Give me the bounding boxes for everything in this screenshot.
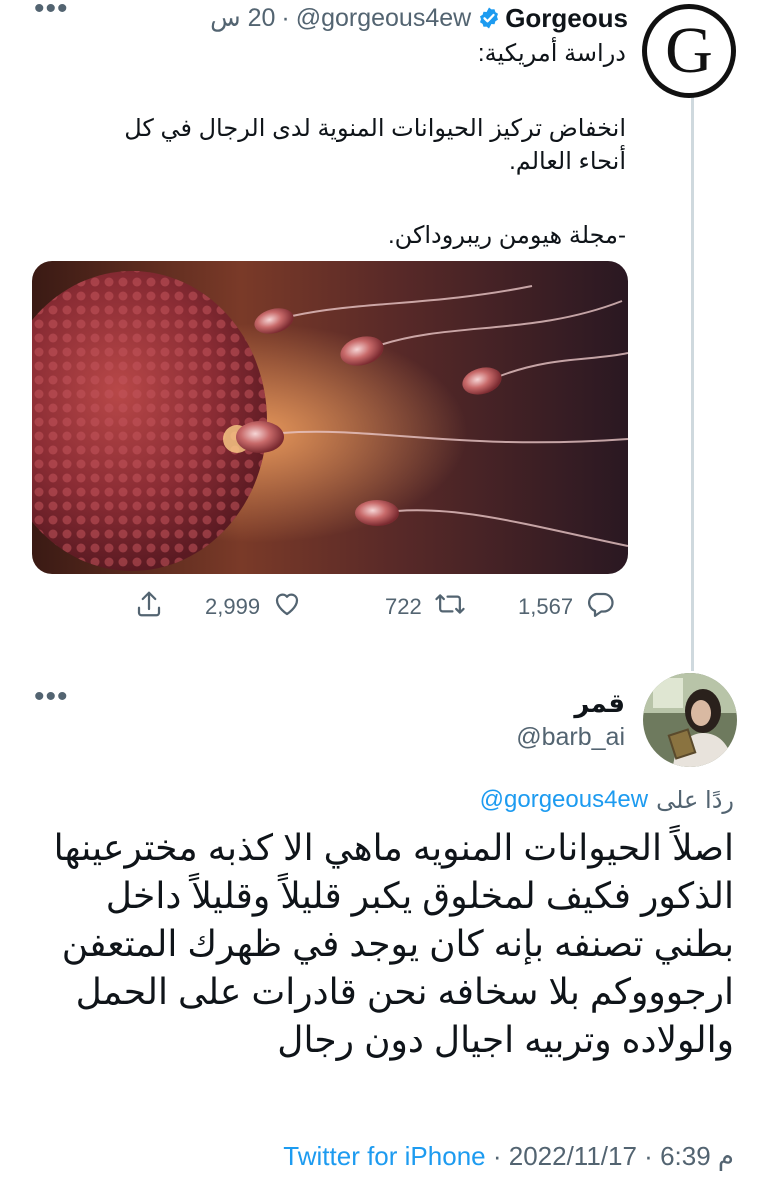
reply-author-handle[interactable]: @barb_ai xyxy=(516,723,625,752)
avatar-logo: G xyxy=(647,9,731,93)
avatar-photo xyxy=(643,673,737,767)
thread-line xyxy=(691,96,694,671)
replying-to-link[interactable]: @gorgeous4ew xyxy=(480,786,648,815)
reply-text: اصلاً الحيوانات المنويه ماهي الا كذبه مخ… xyxy=(53,827,734,1060)
author-name[interactable]: Gorgeous xyxy=(505,3,628,34)
author-handle[interactable]: @gorgeous4ew xyxy=(296,4,472,33)
separator: · xyxy=(281,3,290,32)
separator: · xyxy=(492,1141,509,1171)
verified-badge-icon xyxy=(477,6,501,30)
retweet-button[interactable]: 722 xyxy=(385,589,466,625)
reply-count: 1,567 xyxy=(518,594,574,619)
like-button[interactable]: 2,999 xyxy=(205,589,302,625)
reply-avatar[interactable] xyxy=(643,673,737,767)
tweet-text-line: انخفاض تركيز الحيوانات المنوية لدى الرجا… xyxy=(124,115,626,175)
source-link[interactable]: Twitter for iPhone xyxy=(283,1141,485,1171)
share-button[interactable] xyxy=(134,589,164,625)
footer-time[interactable]: م 6:39 xyxy=(660,1141,734,1171)
more-options-icon[interactable]: ••• xyxy=(34,0,69,24)
retweet-icon xyxy=(434,589,466,625)
avatar[interactable]: G xyxy=(642,4,736,98)
reply-author-name[interactable]: قمر xyxy=(574,688,625,719)
heart-icon xyxy=(272,589,302,625)
tweet-footer: Twitter for iPhone · م 6:39 · 2022/11/17 xyxy=(283,1141,734,1172)
like-count: 2,999 xyxy=(205,594,261,619)
reply-icon xyxy=(585,589,615,625)
tweet-text-line: -مجلة هيومن ريبروداكن. xyxy=(388,222,626,249)
tweet-media-image[interactable] xyxy=(32,261,628,574)
tweet-header: 20 س · @gorgeous4ew Gorgeous xyxy=(180,1,628,35)
more-options-icon[interactable]: ••• xyxy=(34,682,69,712)
footer-date[interactable]: 2022/11/17 xyxy=(509,1141,637,1171)
sperm-egg-illustration xyxy=(32,261,628,574)
replying-label: ردًا على xyxy=(656,787,734,814)
separator: · xyxy=(636,1141,653,1171)
timestamp[interactable]: 20 س xyxy=(210,3,275,33)
replying-to: ردًا على @gorgeous4ew xyxy=(480,786,734,815)
reply-button[interactable]: 1,567 xyxy=(518,589,615,625)
retweet-count: 722 xyxy=(385,594,422,619)
tweet-text-line: دراسة أمريكية: xyxy=(477,40,626,67)
share-icon xyxy=(134,589,164,625)
